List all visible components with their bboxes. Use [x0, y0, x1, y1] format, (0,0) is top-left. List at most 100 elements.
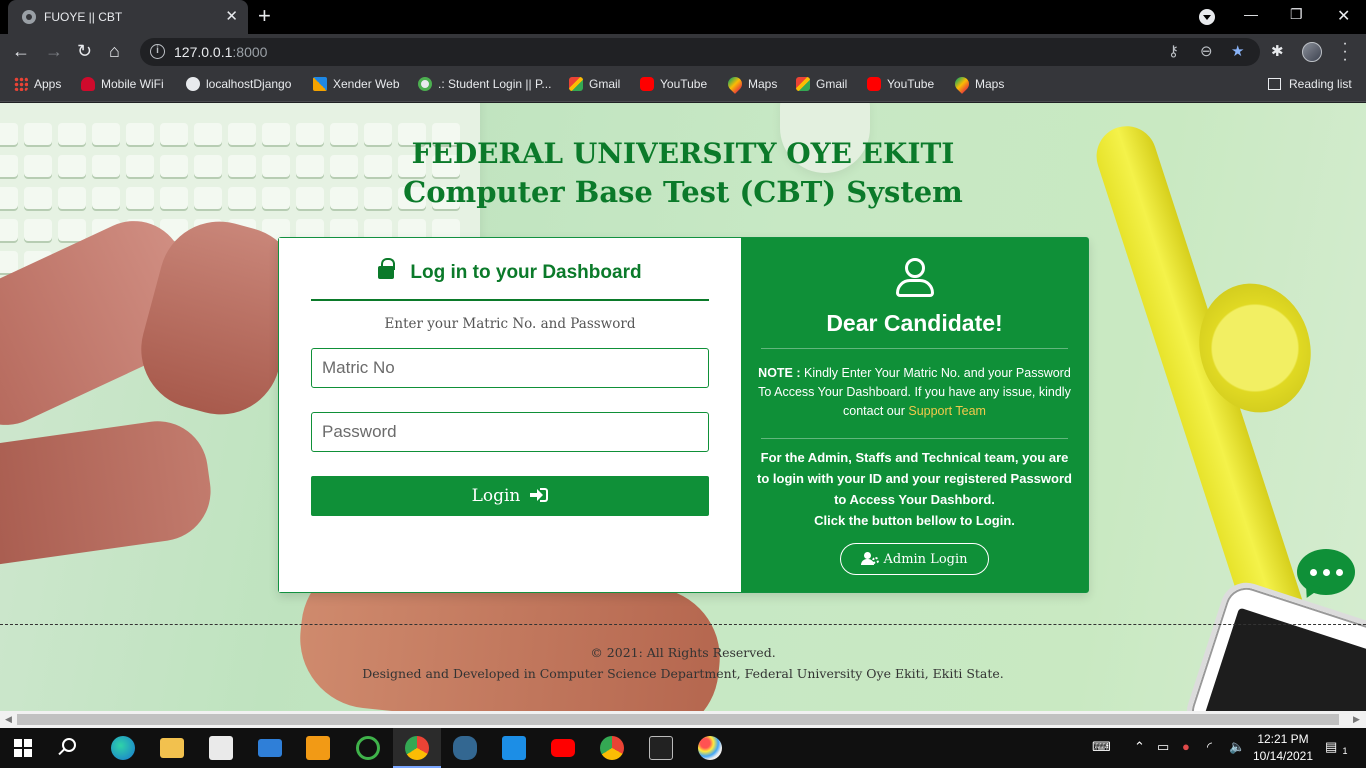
browser-tab[interactable]: FUOYE || CBT ✕ [8, 0, 248, 34]
back-icon[interactable]: ← [12, 41, 30, 61]
new-tab-icon[interactable]: + [258, 4, 271, 28]
sublime-text-icon[interactable] [306, 736, 330, 760]
windows-start-icon[interactable] [14, 739, 32, 757]
divider [311, 299, 709, 301]
edge-icon[interactable] [111, 736, 135, 760]
scrollbar-thumb[interactable] [17, 714, 1339, 725]
close-window-icon[interactable]: ✕ [1337, 6, 1350, 26]
chevron-up-icon[interactable]: ⌃ [1134, 739, 1145, 755]
notification-count: 1 [1342, 746, 1348, 756]
globe-icon [186, 77, 200, 91]
chat-dots-icon [1336, 569, 1343, 576]
minimize-icon[interactable]: — [1244, 6, 1258, 22]
reload-icon[interactable]: ↻ [77, 41, 92, 61]
bookmarks-bar: Apps Mobile WiFi localhostDjango Xender … [0, 70, 1366, 102]
youtube-app-icon[interactable] [551, 739, 575, 757]
login-title: Log in to your Dashboard [311, 258, 709, 284]
sign-in-icon [530, 488, 549, 502]
bookmark-student-login[interactable]: .: Student Login || P... [418, 77, 551, 91]
apps-grid-icon [14, 77, 28, 91]
bookmark-apps[interactable]: Apps [14, 77, 61, 91]
greeting-heading: Dear Candidate! [826, 310, 1003, 336]
user-cog-icon [861, 551, 880, 565]
copyright-text: © 2021: All Rights Reserved. [590, 645, 776, 660]
huawei-icon [81, 77, 95, 91]
bookmark-xender-web[interactable]: Xender Web [313, 77, 400, 91]
profile-avatar[interactable] [1302, 42, 1322, 62]
background-hand [0, 414, 218, 572]
info-panel: Dear Candidate! NOTE : Kindly Enter Your… [741, 238, 1088, 592]
background-phone [1180, 576, 1366, 711]
keyboard-icon[interactable]: ⌨ [1092, 739, 1111, 755]
tab-title: FUOYE || CBT [44, 10, 123, 24]
paint-icon[interactable] [698, 736, 722, 760]
notifications-icon[interactable]: ▤ [1325, 739, 1337, 755]
gmail-icon [796, 77, 810, 91]
bookmark-localhost-django[interactable]: localhostDjango [186, 77, 291, 91]
extensions-puzzle-icon[interactable]: ✱ [1271, 42, 1284, 60]
scroll-right-icon[interactable]: ▶ [1353, 714, 1360, 725]
wifi-icon[interactable]: ◜ [1207, 739, 1212, 755]
login-button[interactable]: Login [311, 476, 709, 516]
app-ring-icon[interactable] [356, 736, 380, 760]
search-icon[interactable] [62, 738, 76, 752]
bookmark-youtube-2[interactable]: YouTube [867, 77, 934, 91]
battery-icon[interactable]: ▭ [1157, 739, 1169, 755]
home-icon[interactable]: ⌂ [109, 41, 120, 61]
bookmark-maps[interactable]: Maps [725, 74, 777, 94]
gmail-icon [569, 77, 583, 91]
login-panel: Log in to your Dashboard Enter your Matr… [279, 238, 741, 592]
site-info-icon[interactable]: i [150, 44, 165, 59]
chrome-icon[interactable] [600, 736, 624, 760]
chat-dots-icon [1323, 569, 1330, 576]
maps-icon [952, 74, 972, 94]
mail-icon[interactable] [258, 739, 282, 757]
clock-time[interactable]: 12:21 PM [1248, 732, 1318, 746]
forward-icon[interactable]: → [45, 41, 63, 61]
chrome-icon[interactable] [405, 736, 429, 760]
close-tab-icon[interactable]: ✕ [225, 7, 238, 25]
admin-login-button[interactable]: Admin Login [840, 543, 989, 575]
youtube-icon [867, 77, 881, 91]
credits-text: Designed and Developed in Computer Scien… [362, 666, 1004, 681]
url-text[interactable]: 127.0.0.1:8000 [174, 44, 267, 60]
bookmark-maps-2[interactable]: Maps [952, 74, 1004, 94]
bookmark-star-icon[interactable]: ★ [1231, 42, 1244, 60]
bookmark-gmail-2[interactable]: Gmail [796, 77, 847, 91]
youtube-icon [640, 77, 654, 91]
bookmark-youtube[interactable]: YouTube [640, 77, 707, 91]
key-icon[interactable]: ⚷ [1168, 42, 1179, 60]
clock-date[interactable]: 10/14/2021 [1248, 749, 1318, 763]
horizontal-scrollbar[interactable]: ◀ ▶ [0, 711, 1366, 728]
chat-widget-button[interactable] [1297, 549, 1355, 595]
scroll-left-icon[interactable]: ◀ [5, 714, 12, 725]
menu-kebab-icon[interactable]: · · · [1342, 36, 1348, 68]
address-bar[interactable]: i 127.0.0.1:8000 ⚷ ⊖ ★ [140, 38, 1260, 66]
university-name: FEDERAL UNIVERSITY OYE EKITI [411, 137, 955, 170]
file-explorer-icon[interactable] [160, 738, 184, 758]
restore-icon[interactable]: ❐ [1290, 6, 1303, 23]
password-input[interactable] [311, 412, 709, 452]
tab-search-icon[interactable] [1199, 9, 1215, 25]
note-text: NOTE : Kindly Enter Your Matric No. and … [758, 366, 1071, 418]
bookmark-mobile-wifi[interactable]: Mobile WiFi [81, 77, 164, 91]
reading-list-icon [1268, 78, 1281, 90]
network-error-icon[interactable]: ● [1182, 739, 1190, 754]
store-icon[interactable] [209, 736, 233, 760]
support-team-link[interactable]: Support Team [908, 404, 986, 418]
postgresql-icon[interactable] [453, 736, 477, 760]
browser-toolbar: ← → ↻ ⌂ i 127.0.0.1:8000 ⚷ ⊖ ★ ✱ · · · [0, 34, 1366, 70]
maps-icon [725, 74, 745, 94]
volume-icon[interactable]: 🔈 [1229, 739, 1245, 755]
zoom-icon[interactable]: ⊖ [1200, 42, 1213, 60]
windows-taskbar: ⌨ ⌃ ▭ ● ◜ 🔈 12:21 PM 10/14/2021 ▤ 1 [0, 728, 1366, 768]
admin-note: For the Admin, Staffs and Technical team… [757, 450, 1072, 528]
terminal-icon[interactable] [649, 736, 673, 760]
matric-no-input[interactable] [311, 348, 709, 388]
login-card: Log in to your Dashboard Enter your Matr… [278, 237, 1089, 593]
vscode-icon[interactable] [502, 736, 526, 760]
reading-list-button[interactable]: Reading list [1268, 77, 1352, 91]
divider [761, 348, 1068, 349]
page-viewport: FEDERAL UNIVERSITY OYE EKITI Computer Ba… [0, 103, 1366, 711]
bookmark-gmail[interactable]: Gmail [569, 77, 620, 91]
